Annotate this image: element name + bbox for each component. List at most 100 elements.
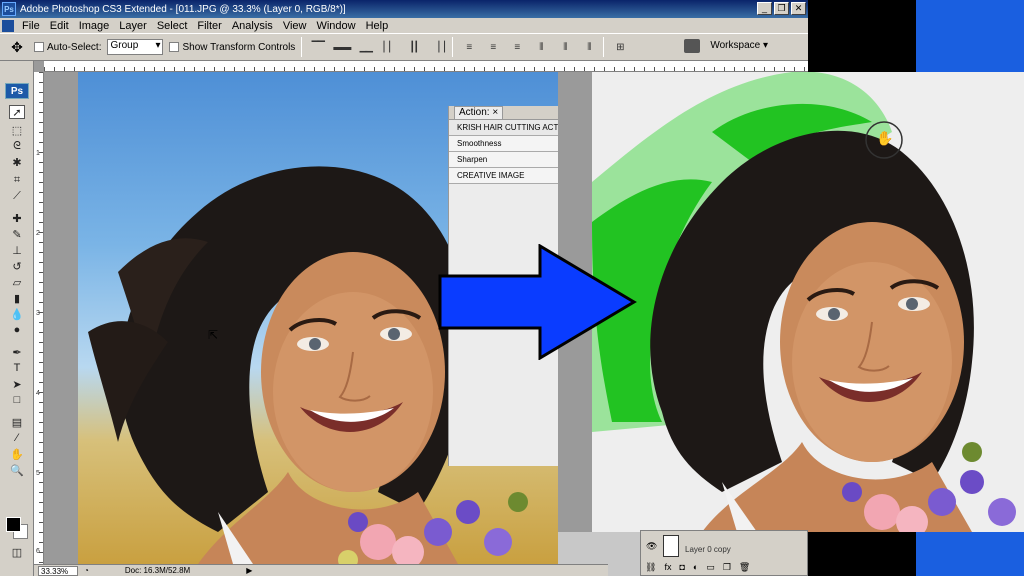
marquee-tool-icon[interactable]: ⬚ (9, 123, 25, 137)
pen-tool-icon[interactable]: ✒ (9, 345, 25, 359)
distribute-vcenter-icon[interactable]: ≡ (483, 39, 501, 55)
blur-tool-icon[interactable]: 💧 (9, 307, 25, 321)
show-transform-label: Show Transform Controls (182, 41, 296, 53)
layer-name[interactable]: Layer 0 copy (685, 545, 731, 554)
mask-icon[interactable]: ◘ (679, 562, 684, 573)
crop-tool-icon[interactable]: ⌗ (9, 173, 25, 187)
menu-select[interactable]: Select (153, 20, 194, 32)
hand-cursor-icon: ✋ (876, 130, 894, 146)
distribute-hcenter-icon[interactable]: ⫴ (555, 39, 573, 55)
tab-actions[interactable]: Action: × (454, 106, 504, 119)
arrow-cursor-icon: ⇱ (208, 328, 219, 342)
zoom-level[interactable]: 33.33% (38, 565, 78, 576)
menu-image[interactable]: Image (75, 20, 116, 32)
menu-layer[interactable]: Layer (115, 20, 153, 32)
distribute-bottom-icon[interactable]: ≡ (507, 39, 525, 55)
clone-stamp-icon[interactable]: ⊥ (9, 243, 25, 257)
workspace-menu[interactable]: Workspace ▾ (710, 40, 768, 51)
fx-icon[interactable]: fx (664, 562, 671, 573)
eyedropper-icon[interactable]: ⁄ (9, 431, 25, 445)
history-brush-icon[interactable]: ↺ (9, 259, 25, 273)
distribute-right-icon[interactable]: ⫴ (579, 39, 597, 55)
background-panel-top (916, 0, 1024, 72)
window-title: Adobe Photoshop CS3 Extended - [011.JPG … (20, 3, 346, 15)
status-icon[interactable]: ◔ (84, 566, 89, 575)
photoshop-app-icon: Ps (2, 2, 16, 16)
shape-tool-icon[interactable]: □ (9, 393, 25, 407)
separator (301, 37, 303, 57)
bridge-icon[interactable] (684, 39, 700, 53)
eraser-tool-icon[interactable]: ▱ (9, 275, 25, 289)
before-after-arrow-icon (438, 244, 637, 360)
move-tool-icon[interactable]: ➚ (9, 105, 25, 119)
action-item[interactable]: Sharpen (449, 152, 558, 168)
auto-select-dropdown[interactable]: Group (107, 39, 164, 55)
adjustment-icon[interactable]: ◐ (693, 562, 698, 573)
magic-wand-icon[interactable]: ✱ (9, 155, 25, 169)
trash-icon[interactable]: 🗑 (739, 562, 750, 573)
menu-analysis[interactable]: Analysis (228, 20, 279, 32)
horizontal-ruler (44, 61, 808, 72)
new-layer-icon[interactable]: ❐ (723, 562, 731, 573)
status-menu-arrow-icon[interactable]: ▶ (246, 566, 252, 575)
separator (452, 37, 454, 57)
notes-tool-icon[interactable]: ▤ (9, 415, 25, 429)
background-panel-bottom (916, 532, 1024, 576)
window-controls: _ ❐ ✕ (757, 2, 806, 15)
toolbox: Ps ➚ ⬚ ᘓ ✱ ⌗ ⟋ ✚ ✎ ⊥ ↺ ▱ ▮ 💧 ● ✒ T ➤ □ ▤… (0, 61, 34, 576)
lasso-tool-icon[interactable]: ᘓ (9, 139, 25, 153)
zoom-tool-icon[interactable]: 🔍 (9, 463, 25, 477)
align-vcenter-icon[interactable]: ▬▬ (332, 39, 351, 55)
separator (603, 37, 605, 57)
document-size[interactable]: Doc: 16.3M/52.8M (125, 566, 190, 575)
auto-select-checkbox[interactable]: Auto-Select: (34, 42, 101, 53)
align-right-icon[interactable]: ▕▕ (428, 39, 446, 55)
align-bottom-icon[interactable]: ▁▁ (356, 39, 374, 55)
healing-brush-icon[interactable]: ✚ (9, 211, 25, 225)
foreground-color-swatch[interactable] (6, 517, 21, 532)
checkbox-box[interactable] (169, 42, 180, 52)
menu-view[interactable]: View (279, 20, 313, 32)
align-top-icon[interactable]: ▔▔ (308, 39, 326, 55)
action-item[interactable]: KRISH HAIR CUTTING ACT (449, 120, 558, 136)
align-left-icon[interactable]: ▏▏ (380, 39, 398, 55)
slice-tool-icon[interactable]: ⟋ (9, 189, 25, 203)
move-tool-icon[interactable]: ✥ (6, 37, 28, 57)
menu-file[interactable]: File (18, 20, 46, 32)
type-tool-icon[interactable]: T (9, 361, 25, 375)
link-icon[interactable]: ⛓ (645, 562, 656, 573)
layers-footer: ⛓ fx ◘ ◐ ▭ ❐ 🗑 (645, 562, 750, 573)
menu-edit[interactable]: Edit (46, 20, 75, 32)
minimize-button[interactable]: _ (757, 2, 772, 15)
photoshop-logo[interactable]: Ps (5, 83, 29, 99)
path-selection-icon[interactable]: ➤ (9, 377, 25, 391)
folder-icon[interactable]: ▭ (706, 562, 715, 573)
checkbox-box[interactable] (34, 42, 44, 52)
layer-thumbnail[interactable] (663, 535, 679, 557)
options-bar: ✥ Auto-Select: Group Show Transform Cont… (0, 33, 808, 61)
ruler-number: 2 (36, 230, 40, 237)
align-hcenter-icon[interactable]: ┃┃ (404, 39, 422, 55)
gradient-tool-icon[interactable]: ▮ (9, 291, 25, 305)
show-transform-checkbox[interactable]: Show Transform Controls (169, 42, 295, 53)
dodge-tool-icon[interactable]: ● (9, 323, 25, 337)
menu-window[interactable]: Window (312, 20, 361, 32)
hand-tool-icon[interactable]: ✋ (9, 447, 25, 461)
restore-button[interactable]: ❐ (774, 2, 789, 15)
close-button[interactable]: ✕ (791, 2, 806, 15)
screen: Ps Adobe Photoshop CS3 Extended - [011.J… (0, 0, 1024, 576)
menu-filter[interactable]: Filter (193, 20, 227, 32)
ruler-number: 5 (36, 470, 40, 477)
action-item[interactable]: Smoothness (449, 136, 558, 152)
eye-icon[interactable]: 👁 (646, 541, 657, 552)
distribute-left-icon[interactable]: ⫴ (531, 39, 549, 55)
menu-help[interactable]: Help (362, 20, 395, 32)
canvas-after-image[interactable]: ✋ (592, 72, 1024, 532)
actions-panel-header: Action: × (449, 106, 558, 120)
action-item[interactable]: CREATIVE IMAGE (449, 168, 558, 184)
auto-align-icon[interactable]: ⊞ (610, 39, 628, 55)
ruler-number: 3 (36, 310, 40, 317)
quick-mask-icon[interactable]: ◫ (9, 545, 25, 559)
distribute-top-icon[interactable]: ≡ (459, 39, 477, 55)
brush-tool-icon[interactable]: ✎ (9, 227, 25, 241)
